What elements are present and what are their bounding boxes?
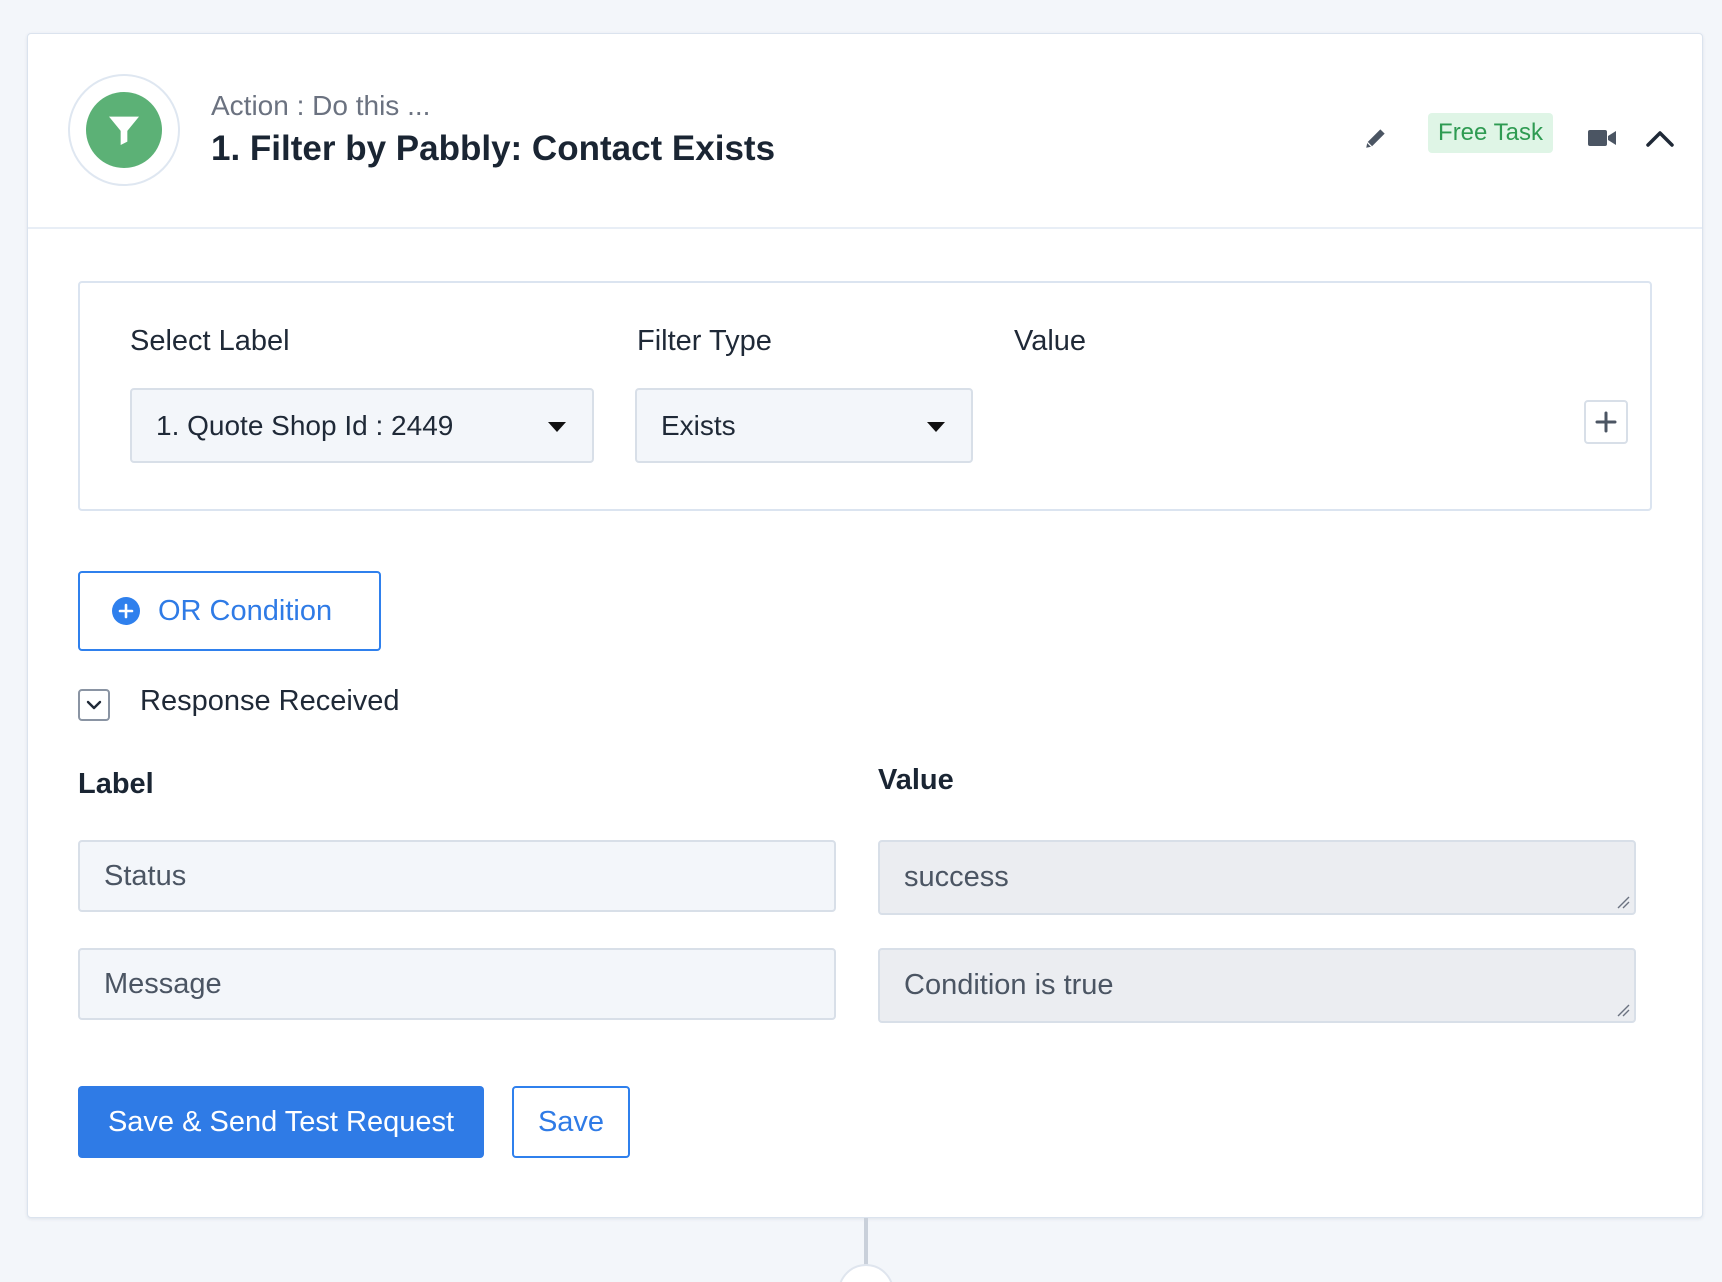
select-label-value: 1. Quote Shop Id : 2449 — [156, 409, 454, 441]
add-condition-button[interactable] — [1584, 400, 1628, 444]
response-label-text: Status — [104, 859, 187, 892]
action-title: 1. Filter by Pabbly: Contact Exists — [211, 129, 776, 168]
video-camera-icon[interactable] — [1580, 116, 1624, 160]
flow-connector — [864, 1218, 868, 1270]
response-label-field: Status — [78, 840, 836, 912]
chevron-up-icon[interactable] — [1638, 116, 1682, 160]
response-label-field: Message — [78, 948, 836, 1020]
filter-condition-box: Select Label Filter Type Value 1. Quote … — [78, 281, 1652, 511]
response-toggle[interactable] — [78, 689, 110, 721]
select-label-dropdown[interactable]: 1. Quote Shop Id : 2449 — [130, 388, 594, 463]
plus-circle-icon — [112, 597, 140, 625]
response-value-field[interactable]: success — [878, 840, 1636, 915]
value-heading: Value — [1014, 325, 1087, 357]
action-kicker: Action : Do this ... — [211, 90, 431, 121]
caret-down-icon — [927, 422, 945, 432]
or-condition-button[interactable]: OR Condition — [78, 571, 381, 651]
filter-type-value: Exists — [661, 409, 736, 441]
action-header: Action : Do this ... 1. Filter by Pabbly… — [28, 34, 1702, 229]
filter-type-heading: Filter Type — [637, 325, 772, 357]
label-column-heading: Label — [78, 768, 154, 800]
action-card: Action : Do this ... 1. Filter by Pabbly… — [27, 33, 1703, 1218]
chevron-down-icon — [86, 700, 102, 710]
plus-icon — [1595, 411, 1617, 433]
response-received-label: Response Received — [140, 685, 400, 717]
response-value-field[interactable]: Condition is true — [878, 948, 1636, 1023]
value-column-heading: Value — [878, 764, 954, 796]
or-condition-label: OR Condition — [158, 594, 333, 627]
response-value-text: success — [904, 861, 1009, 893]
add-step-node[interactable] — [838, 1264, 894, 1282]
resize-handle-icon[interactable] — [1616, 895, 1630, 909]
filter-type-dropdown[interactable]: Exists — [635, 388, 973, 463]
save-button[interactable]: Save — [512, 1086, 630, 1158]
caret-down-icon — [548, 422, 566, 432]
save-and-send-test-button[interactable]: Save & Send Test Request — [78, 1086, 484, 1158]
app-icon-wrapper — [68, 74, 180, 186]
response-value-text: Condition is true — [904, 969, 1114, 1001]
select-label-heading: Select Label — [130, 325, 290, 357]
free-task-badge: Free Task — [1428, 113, 1553, 153]
filter-icon — [86, 92, 162, 168]
resize-handle-icon[interactable] — [1616, 1003, 1630, 1017]
response-label-text: Message — [104, 967, 222, 1000]
pencil-icon[interactable] — [1354, 116, 1398, 160]
